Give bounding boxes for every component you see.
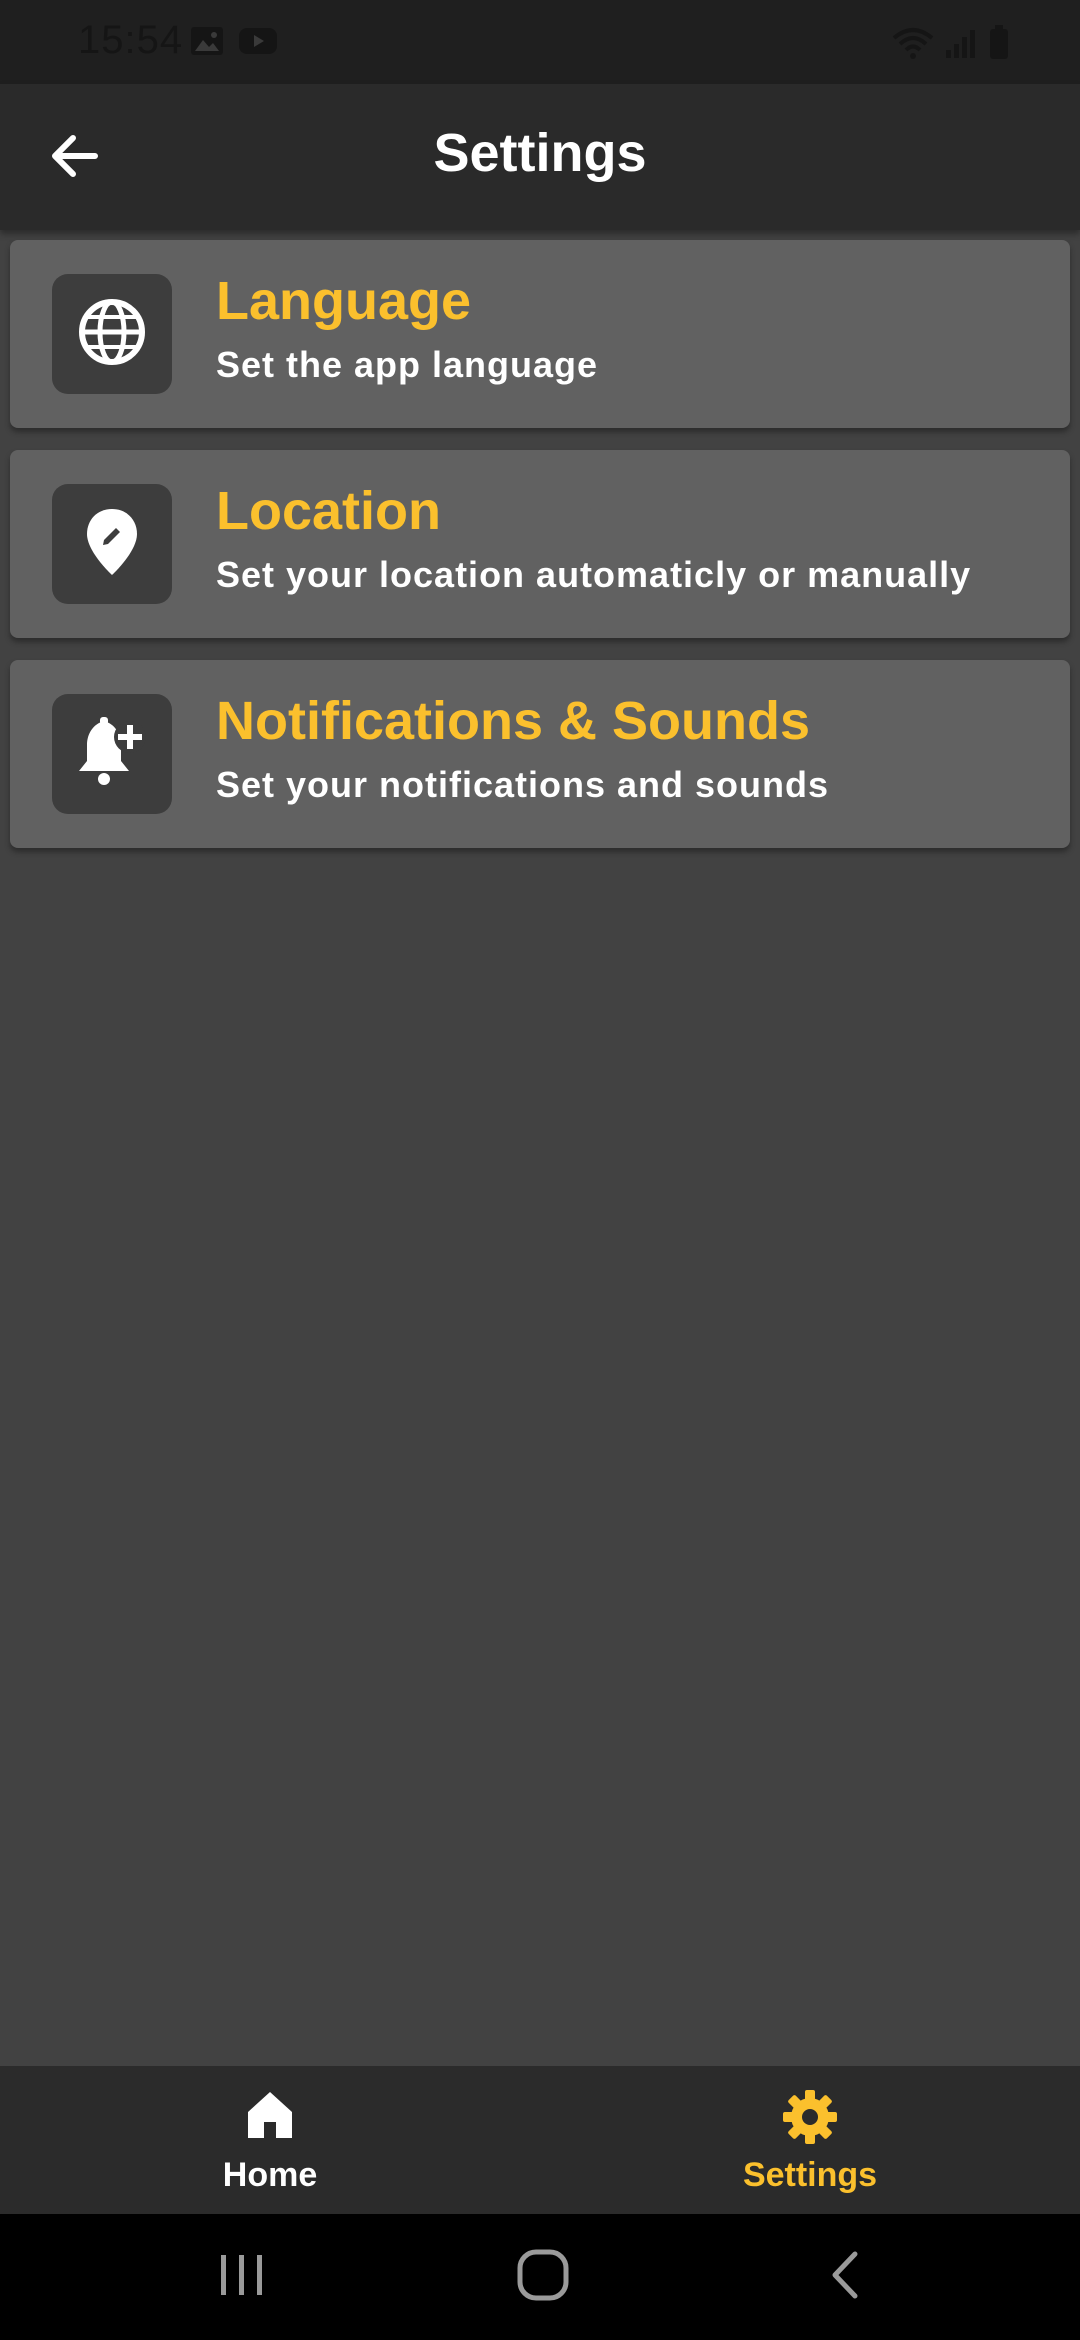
settings-list: Language Set the app language Location S… xyxy=(10,240,1070,870)
globe-icon xyxy=(77,297,147,372)
home-circle-icon xyxy=(516,2248,570,2307)
settings-item-icon-box xyxy=(52,484,172,604)
status-icons-left xyxy=(190,26,278,61)
settings-item-language[interactable]: Language Set the app language xyxy=(10,240,1070,428)
system-navigation-bar xyxy=(0,2214,1080,2340)
app-bar: Settings xyxy=(0,84,1080,230)
back-chevron-icon xyxy=(825,2250,865,2305)
nav-item-settings[interactable]: Settings xyxy=(540,2066,1080,2214)
settings-item-title: Location xyxy=(216,481,441,541)
recents-icon xyxy=(217,2252,267,2303)
nav-label-home: Home xyxy=(222,2156,318,2194)
settings-item-subtitle: Set the app language xyxy=(216,344,599,385)
location-edit-icon xyxy=(84,507,140,582)
youtube-icon xyxy=(238,26,278,61)
battery-icon xyxy=(988,24,1010,65)
image-icon xyxy=(190,26,224,61)
status-time: 15:54 xyxy=(78,18,184,62)
bell-plus-icon xyxy=(74,715,150,794)
settings-item-icon-box xyxy=(52,274,172,394)
recents-button[interactable] xyxy=(202,2242,282,2312)
settings-item-title: Language xyxy=(216,271,472,331)
settings-item-icon-box xyxy=(52,694,172,814)
nav-label-settings: Settings xyxy=(742,2156,878,2194)
settings-item-title: Notifications & Sounds xyxy=(216,691,810,751)
gear-icon xyxy=(781,2088,839,2151)
nav-item-home[interactable]: Home xyxy=(0,2066,540,2214)
status-bar: 15:54 xyxy=(0,0,1080,84)
settings-item-location[interactable]: Location Set your location automaticly o… xyxy=(10,450,1070,638)
settings-item-subtitle: Set your notifications and sounds xyxy=(216,764,830,805)
wifi-icon xyxy=(892,26,934,65)
system-back-button[interactable] xyxy=(805,2242,885,2312)
home-icon xyxy=(242,2088,298,2147)
page-title: Settings xyxy=(433,123,647,183)
system-home-button[interactable] xyxy=(503,2242,583,2312)
bottom-navigation: Home Settings xyxy=(0,2066,1080,2214)
settings-item-notifications[interactable]: Notifications & Sounds Set your notifica… xyxy=(10,660,1070,848)
status-icons-right xyxy=(892,24,1010,65)
settings-item-subtitle: Set your location automaticly or manuall… xyxy=(216,554,972,595)
signal-icon xyxy=(944,26,978,65)
